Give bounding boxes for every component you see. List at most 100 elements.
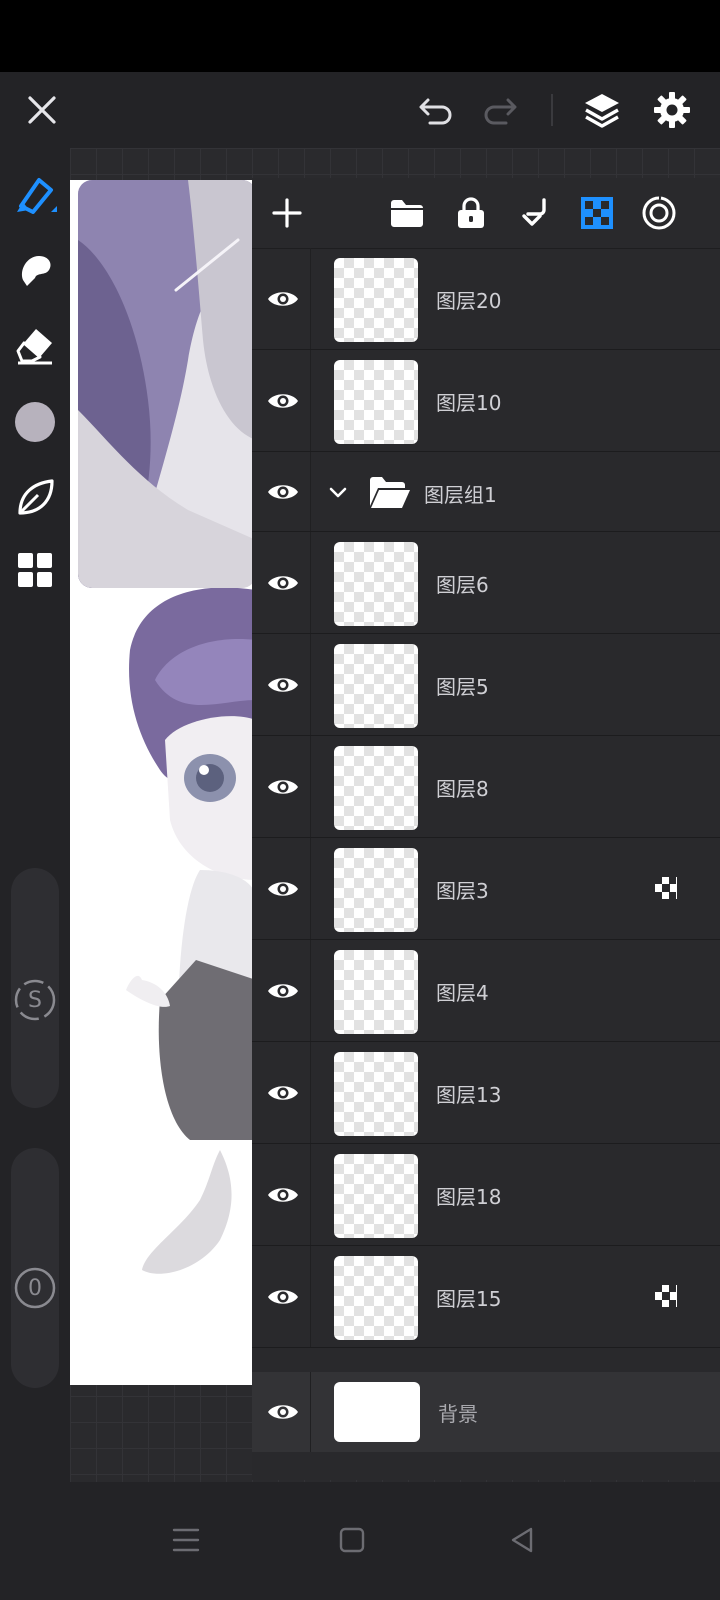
group-folder — [368, 474, 412, 510]
layers-button[interactable] — [578, 86, 626, 134]
layer-group-row[interactable]: 图层组1 — [252, 452, 720, 532]
eye-column-divider — [310, 838, 311, 939]
eye-column-divider — [310, 1042, 311, 1143]
layer-row[interactable]: 图层8 — [252, 736, 720, 838]
eraser-tool[interactable] — [11, 322, 59, 370]
gallery-tool[interactable] — [11, 546, 59, 594]
eye-column-divider — [310, 350, 311, 451]
layer-row[interactable]: 图层4 — [252, 940, 720, 1042]
eye-icon — [268, 1188, 298, 1202]
chevron-down-icon — [329, 487, 347, 498]
layer-name: 图层13 — [436, 1083, 502, 1107]
eye-icon — [268, 882, 298, 896]
status-bar — [0, 0, 720, 72]
eye-icon — [268, 1086, 298, 1100]
merge-down-button[interactable] — [510, 188, 560, 238]
visibility-toggle[interactable] — [258, 1387, 308, 1437]
layer-thumbnail — [334, 258, 418, 342]
layers-panel: 图层20 图层10 图层组1 图层6 图层5 图层8 图层3 图层4 图层13 图层18 图层15 — [252, 178, 720, 1480]
layer-row[interactable]: 图层10 — [252, 350, 720, 452]
alpha-lock-button[interactable] — [572, 188, 622, 238]
brush-tool[interactable] — [11, 170, 59, 218]
layers-icon — [585, 94, 619, 128]
layers-toolbar — [252, 178, 720, 249]
visibility-toggle[interactable] — [258, 1170, 308, 1220]
home-icon — [339, 1527, 365, 1553]
background-layer-row[interactable]: 背景 — [252, 1372, 720, 1452]
reference-image[interactable] — [78, 180, 256, 588]
close-button[interactable] — [18, 86, 66, 134]
checker-icon — [655, 1285, 677, 1307]
layer-thumbnail — [334, 1154, 418, 1238]
add-layer-button[interactable] — [262, 188, 312, 238]
brush-size-thumb[interactable]: S — [13, 978, 57, 1022]
eye-column-divider — [310, 452, 311, 531]
layer-row[interactable]: 图层6 — [252, 532, 720, 634]
lock-icon — [458, 197, 484, 228]
undo-icon — [419, 98, 452, 125]
color-swatch[interactable] — [11, 398, 59, 446]
visibility-toggle[interactable] — [258, 966, 308, 1016]
layer-name: 图层20 — [436, 289, 502, 313]
eye-icon — [268, 984, 298, 998]
group-expand-toggle[interactable] — [326, 480, 350, 504]
eye-icon — [268, 485, 298, 499]
opacity-thumb-ring-icon — [14, 1267, 56, 1309]
lock-button[interactable] — [446, 188, 496, 238]
back-button[interactable] — [498, 1516, 546, 1564]
layer-row[interactable]: 图层18 — [252, 1144, 720, 1246]
layer-thumbnail — [334, 542, 418, 626]
blend-mode-button[interactable] — [634, 188, 684, 238]
visibility-toggle[interactable] — [258, 376, 308, 426]
smudge-tool[interactable] — [11, 246, 59, 294]
folder-icon — [391, 200, 423, 227]
visibility-toggle[interactable] — [258, 1272, 308, 1322]
menu-icon — [172, 1528, 200, 1552]
eye-icon — [268, 576, 298, 590]
visibility-toggle[interactable] — [258, 558, 308, 608]
current-color-circle — [15, 402, 55, 442]
layer-row[interactable]: 图层3 — [252, 838, 720, 940]
layer-name: 图层10 — [436, 391, 502, 415]
add-group-button[interactable] — [382, 188, 432, 238]
layer-row[interactable]: 图层13 — [252, 1042, 720, 1144]
layer-name: 图层4 — [436, 981, 489, 1005]
home-button[interactable] — [328, 1516, 376, 1564]
visibility-toggle[interactable] — [258, 660, 308, 710]
visibility-toggle[interactable] — [258, 762, 308, 812]
redo-button[interactable] — [476, 86, 524, 134]
undo-button[interactable] — [412, 86, 460, 134]
eye-icon — [268, 292, 298, 306]
brush-icon — [17, 178, 57, 214]
tool-sidebar: S 0 — [0, 148, 70, 1510]
eye-icon — [268, 1290, 298, 1304]
layer-row[interactable]: 图层5 — [252, 634, 720, 736]
opacity-thumb[interactable]: 0 — [13, 1266, 57, 1310]
reference-artwork — [78, 180, 256, 588]
menu-button[interactable] — [162, 1516, 210, 1564]
top-toolbar — [0, 72, 720, 148]
layer-thumbnail — [334, 950, 418, 1034]
layer-name: 图层6 — [436, 573, 489, 597]
visibility-toggle[interactable] — [258, 274, 308, 324]
settings-button[interactable] — [648, 86, 696, 134]
checker-icon — [655, 877, 677, 899]
visibility-toggle[interactable] — [258, 1068, 308, 1118]
layer-thumbnail — [334, 746, 418, 830]
redo-icon — [484, 98, 517, 125]
visibility-toggle[interactable] — [258, 864, 308, 914]
layer-row[interactable]: 图层15 — [252, 1246, 720, 1348]
eye-column-divider — [310, 1372, 311, 1452]
merge-down-icon — [522, 198, 546, 226]
leaf-tool[interactable] — [11, 474, 59, 522]
visibility-toggle[interactable] — [258, 467, 308, 517]
layer-mask-badge — [654, 876, 678, 900]
layer-row[interactable]: 图层20 — [252, 248, 720, 350]
eraser-icon — [16, 329, 52, 365]
layer-name: 图层5 — [436, 675, 489, 699]
gear-icon — [654, 92, 690, 128]
eye-column-divider — [310, 532, 311, 633]
back-icon — [511, 1527, 533, 1553]
checker-icon — [581, 197, 613, 229]
layer-thumbnail — [334, 848, 418, 932]
